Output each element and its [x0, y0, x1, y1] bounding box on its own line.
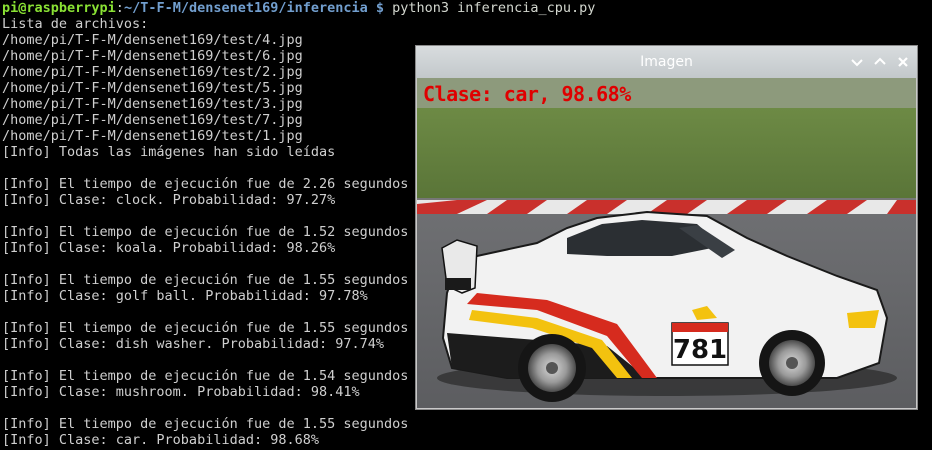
terminal-output-line: [Info] Clase: car. Probabilidad: 98.68%: [2, 432, 319, 448]
terminal-output-line: [Info] El tiempo de ejecución fue de 1.5…: [2, 416, 409, 432]
prompt-line: pi@raspberrypi:~/T-F-M/densenet169/infer…: [2, 0, 595, 16]
terminal-output-line: [Info] El tiempo de ejecución fue de 2.2…: [2, 176, 409, 192]
terminal-output-line: [Info] El tiempo de ejecución fue de 1.5…: [2, 272, 409, 288]
image-window[interactable]: Imagen 781 Clase: car, 98.68%: [415, 45, 918, 410]
command-text: python3 inferencia_cpu.py: [384, 0, 596, 16]
terminal-output-line: /home/pi/T-F-M/densenet169/test/3.jpg: [2, 96, 303, 112]
terminal-output-line: [Info] Clase: clock. Probabilidad: 97.27…: [2, 192, 336, 208]
terminal-output-line: [Info] Todas las imágenes han sido leída…: [2, 144, 336, 160]
race-car-photo: 781: [417, 78, 916, 408]
terminal-output-line: /home/pi/T-F-M/densenet169/test/1.jpg: [2, 128, 303, 144]
terminal-output-line: [Info] El tiempo de ejecución fue de 1.5…: [2, 224, 409, 240]
window-titlebar[interactable]: Imagen: [416, 46, 917, 78]
terminal-output-line: [Info] Clase: dish washer. Probabilidad:…: [2, 336, 385, 352]
image-canvas: 781 Clase: car, 98.68%: [417, 78, 916, 408]
terminal-output-line: /home/pi/T-F-M/densenet169/test/2.jpg: [2, 64, 303, 80]
prompt-path: ~/T-F-M/densenet169/inferencia $: [123, 0, 385, 16]
terminal-output-line: [Info] El tiempo de ejecución fue de 1.5…: [2, 320, 409, 336]
track-curb: [417, 200, 916, 214]
prompt-separator: :: [115, 0, 124, 16]
prompt-user: pi@raspberrypi: [2, 0, 116, 16]
terminal-output-line: /home/pi/T-F-M/densenet169/test/6.jpg: [2, 48, 303, 64]
car-number: 781: [673, 335, 727, 365]
terminal-output-line: Lista de archivos:: [2, 16, 149, 32]
terminal-output-line: /home/pi/T-F-M/densenet169/test/4.jpg: [2, 32, 303, 48]
close-icon[interactable]: [893, 52, 913, 72]
terminal-output-line: [Info] Clase: koala. Probabilidad: 98.26…: [2, 240, 336, 256]
terminal-output-line: /home/pi/T-F-M/densenet169/test/5.jpg: [2, 80, 303, 96]
window-title: Imagen: [640, 54, 693, 70]
prediction-overlay-label: Clase: car, 98.68%: [423, 82, 631, 106]
terminal-output-line: /home/pi/T-F-M/densenet169/test/7.jpg: [2, 112, 303, 128]
chevron-up-icon[interactable]: [870, 52, 890, 72]
terminal-output-line: [Info] El tiempo de ejecución fue de 1.5…: [2, 368, 409, 384]
terminal-output-line: [Info] Clase: mushroom. Probabilidad: 98…: [2, 384, 360, 400]
chevron-down-icon[interactable]: [847, 52, 867, 72]
terminal-output-line: [Info] Clase: golf ball. Probabilidad: 9…: [2, 288, 368, 304]
